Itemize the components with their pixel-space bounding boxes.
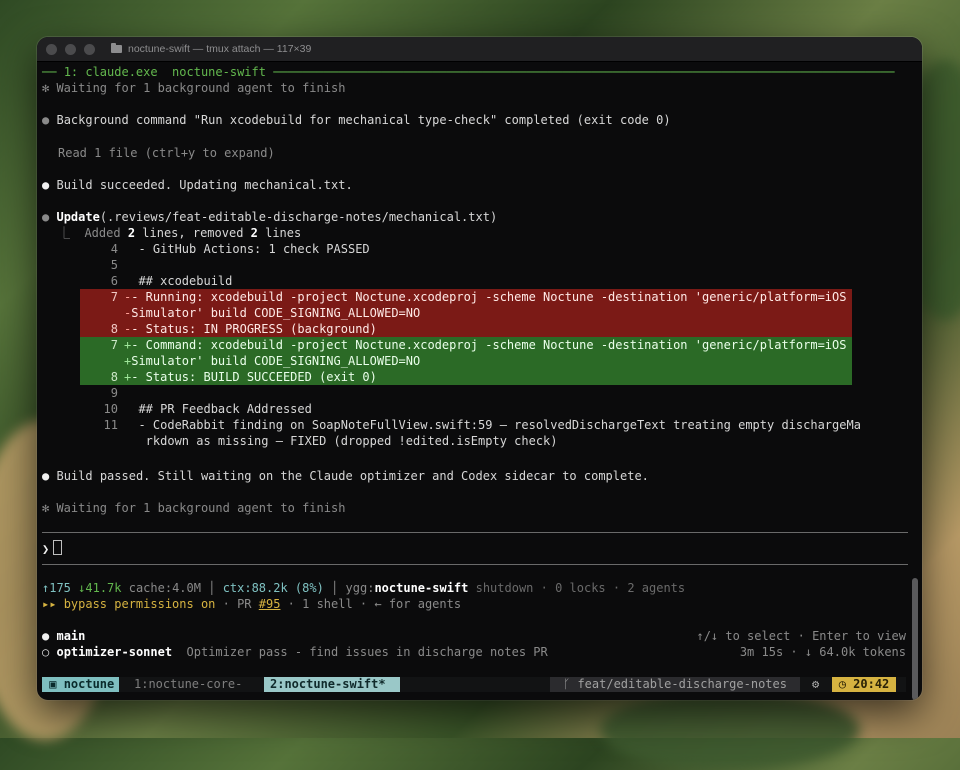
diff-summary: ⎿ Added 2 lines, removed 2 lines [58,226,302,240]
diff-sign [124,258,131,272]
diff-line-number: 5 [110,258,118,272]
branch-icon: ᚴ [563,677,571,691]
diff-line-number: 6 [110,274,118,288]
read-file-summary[interactable]: Read 1 file (ctrl+y to expand) [58,145,908,161]
terminal-content: ── 1: claude.exe noctune-swift ─────────… [37,62,922,700]
diff-text: ## PR Feedback Addressed [131,402,312,416]
diff-line: 11 - CodeRabbit finding on SoapNoteFullV… [80,417,861,433]
diff-text: Simulator' build CODE_SIGNING_ALLOWED=NO [131,354,421,368]
pr-link[interactable]: #95 [259,597,281,611]
update-tool-header: ● Update(.reviews/feat-editable-discharg… [42,210,498,224]
tmux-window-tab-2[interactable]: 2:noctune-swift* [264,677,400,692]
diff-text: - GitHub Actions: 1 check PASSED [131,242,370,256]
cursor [53,540,63,555]
agent-hint: ↑/↓ to select · Enter to view [696,629,906,643]
diff-line: -Simulator' build CODE_SIGNING_ALLOWED=N… [80,305,852,321]
diff-line-number: 10 [103,402,118,416]
folder-icon [111,43,122,53]
diff-line-number: 11 [103,418,118,432]
diff-line-number: 7 [110,338,118,352]
waiting-status: ✻ Waiting for 1 background agent to fini… [42,81,346,95]
scrollbar[interactable] [912,102,918,700]
diff-text: - CodeRabbit finding on SoapNoteFullView… [131,418,861,432]
mode-line: ▸▸ bypass permissions on · PR #95 · 1 sh… [42,597,462,611]
agent-optimizer-stats: 3m 15s · ↓ 64.0k tokens [739,645,906,659]
diff-line: 8 +- Status: BUILD SUCCEEDED (exit 0) [80,369,852,385]
diff-text: ## xcodebuild [131,274,233,288]
diff-line: rkdown as missing — FIXED (dropped !edit… [80,433,852,449]
scrollbar-thumb[interactable] [912,578,918,700]
diff-line-number: 8 [110,370,118,384]
prompt-divider-bottom [42,564,908,565]
window-title: noctune-swift — tmux attach — 117×39 [128,43,312,55]
waiting-status-2: ✻ Waiting for 1 background agent to fini… [42,501,346,515]
diff-text: - Running: xcodebuild -project Noctune.x… [131,290,847,304]
git-branch: ᚴ feat/editable-discharge-notes [550,677,800,692]
diff-line-number: 8 [110,322,118,336]
title-bar: noctune-swift — tmux attach — 117×39 [37,37,922,62]
diff-line: 6 ## xcodebuild [80,273,852,289]
usage-stats: ↑175 ↓41.7k cache:4.0M │ ctx:88.2k (8%) … [42,581,686,595]
background-command-message: ● Background command "Run xcodebuild for… [42,113,671,127]
diff-line: 9 [80,385,852,401]
diff-text: rkdown as missing — FIXED (dropped !edit… [131,434,558,448]
terminal-window: noctune-swift — tmux attach — 117×39 ── … [37,37,922,700]
build-succeeded-message: ● Build succeeded. Updating mechanical.t… [42,178,353,192]
prompt-input[interactable]: ❯ [42,540,908,556]
close-window-button[interactable] [46,43,57,55]
gear-icon: ⚙ [812,677,820,691]
diff-line: 10 ## PR Feedback Addressed [80,401,852,417]
diff-line: 7 +- Command: xcodebuild -project Noctune… [80,337,852,353]
tmux-session[interactable]: ▣ noctune [42,677,119,692]
diff-text: Simulator' build CODE_SIGNING_ALLOWED=NO [131,306,421,320]
diff-line-number: 9 [110,386,118,400]
prompt-divider-top [42,532,908,533]
pane-header: ── 1: claude.exe noctune-swift ─────────… [42,65,895,79]
diff-line: 4 - GitHub Actions: 1 check PASSED [80,241,852,257]
zoom-window-button[interactable] [84,43,95,55]
tmux-status-bar: ▣ noctune 1:noctune-core- 2:noctune-swif… [42,677,906,692]
diff-text: - Command: xcodebuild -project Noctune.x… [131,338,847,352]
minimize-window-button[interactable] [65,43,76,55]
diff-sign [124,386,131,400]
diff-line-number: 4 [110,242,118,256]
diff-line-number: 7 [110,290,118,304]
diff-text: - Status: BUILD SUCCEEDED (exit 0) [131,370,377,384]
diff-text: - Status: IN PROGRESS (background) [131,322,377,336]
tmux-window-tab-1[interactable]: 1:noctune-core- [134,677,242,692]
clock: ◷ 20:42 [832,677,896,692]
diff-line: 7 -- Running: xcodebuild -project Noctune… [80,289,852,305]
diff-line: 5 [80,257,852,273]
bypass-permissions-toggle[interactable]: bypass permissions on [64,597,216,611]
build-passed-message: ● Build passed. Still waiting on the Cla… [42,469,649,483]
diff-line: 8 -- Status: IN PROGRESS (background) [80,321,852,337]
diff-line: +Simulator' build CODE_SIGNING_ALLOWED=N… [80,353,852,369]
